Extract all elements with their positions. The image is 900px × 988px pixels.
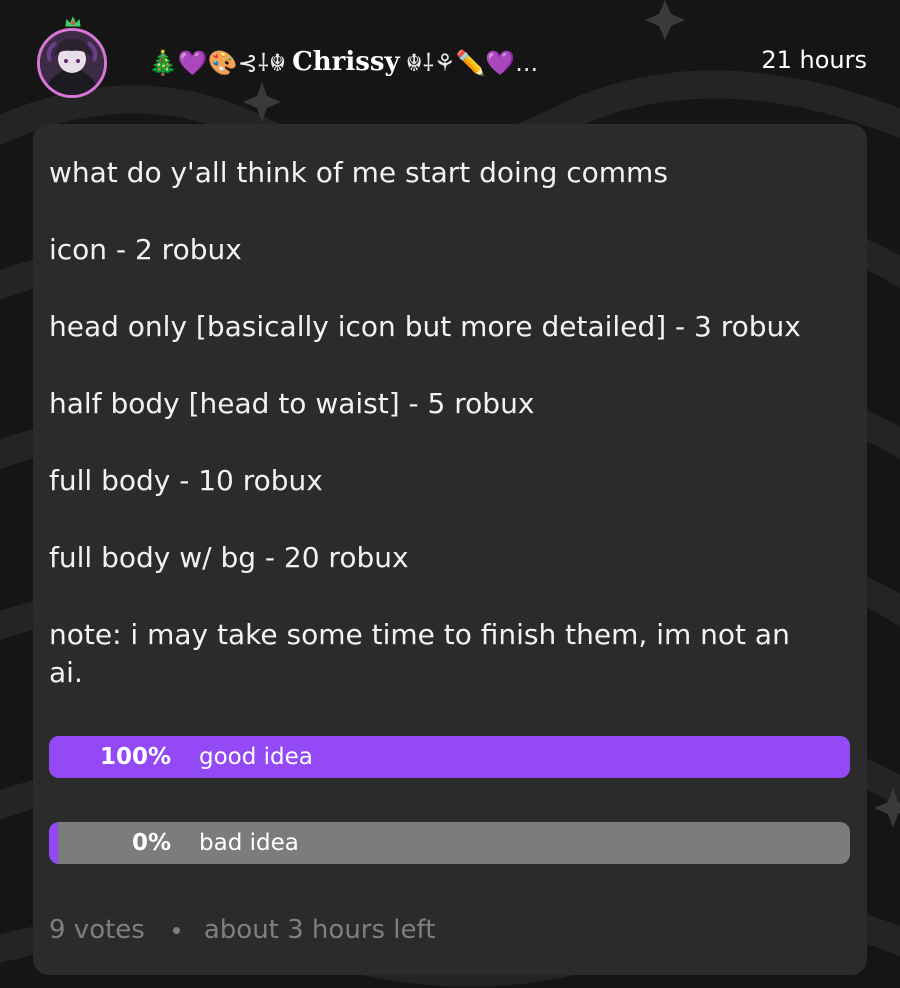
post-card: what do y'all think of me start doing co…	[33, 124, 867, 975]
poll-option-bad-idea[interactable]: 0% bad idea	[49, 822, 850, 864]
post-timestamp: 21 hours	[761, 46, 867, 74]
poll-time-left: about 3 hours left	[203, 915, 436, 945]
crown-icon	[64, 14, 82, 28]
avatar[interactable]	[37, 28, 107, 98]
poll-option-percent: 100%	[99, 744, 171, 770]
post-text-line: icon - 2 robux	[49, 233, 242, 266]
poll-option-percent: 0%	[131, 830, 171, 856]
author-name[interactable]: 🎄💜🎨⊰⸸☬ Chrissy ☬⸸⚘✏️💜...	[148, 42, 708, 82]
post-text-line: half body [head to waist] - 5 robux	[49, 387, 535, 420]
post-text-line: note: i may take some time to finish the…	[49, 618, 790, 689]
poll-option-label: good idea	[199, 744, 313, 770]
poll-vote-count: 9 votes	[49, 915, 145, 945]
author-name-prefix: 🎄💜🎨⊰⸸☬	[148, 48, 287, 77]
post-text-line: full body - 10 robux	[49, 464, 323, 497]
poll-footer: 9 votes about 3 hours left	[49, 912, 435, 948]
poll-option-label: bad idea	[199, 830, 299, 856]
author-name-text: Chrissy	[292, 47, 400, 77]
separator-dot	[172, 926, 180, 934]
author-name-suffix: ☬⸸⚘✏️💜...	[405, 48, 539, 77]
post-header: 🎄💜🎨⊰⸸☬ Chrissy ☬⸸⚘✏️💜... 21 hours	[0, 0, 900, 122]
post-text-line: what do y'all think of me start doing co…	[49, 156, 668, 189]
post-text-line: full body w/ bg - 20 robux	[49, 541, 409, 574]
avatar-image	[40, 31, 104, 95]
post-text-line: head only [basically icon but more detai…	[49, 310, 801, 343]
poll-option-good-idea[interactable]: 100% good idea	[49, 736, 850, 778]
